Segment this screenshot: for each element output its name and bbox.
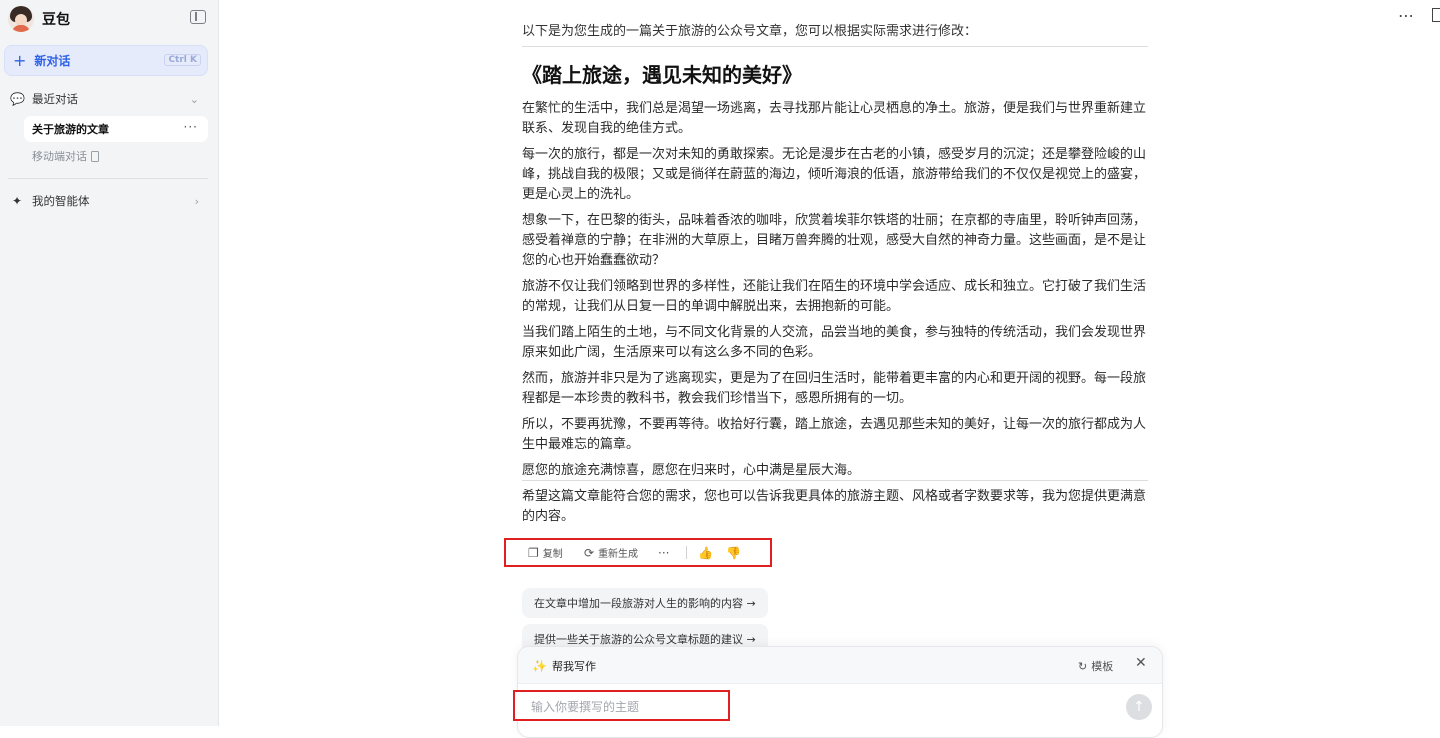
response-actions: ❐ 复制 ⟳ 重新生成 ··· 👍 👎 (504, 538, 772, 567)
new-chat-label: 新对话 (34, 54, 71, 68)
chat-bubble-icon: 💬 (10, 92, 25, 106)
suggestion-chip[interactable]: 在文章中增加一段旅游对人生的影响的内容 → (522, 588, 768, 618)
thumbs-down-button[interactable]: 👎 (726, 540, 745, 565)
divider (8, 178, 208, 179)
article-paragraph: 然而，旅游并非只是为了逃离现实，更是为了在回归生活时，能带着更丰富的内心和更开阔… (522, 371, 1147, 406)
mobile-chats-label: 移动端对话 (32, 150, 87, 163)
swap-icon: ↻ (1078, 659, 1088, 673)
write-mode-label: 帮我写作 (552, 660, 596, 673)
article-paragraph: 所以，不要再犹豫，不要再等待。收拾好行囊，踏上旅途，去遇见那些未知的美好，让每一… (522, 417, 1147, 452)
mobile-chats-link[interactable]: 移动端对话 (32, 148, 99, 164)
sparkle-icon: ✦ (11, 194, 23, 208)
divider (522, 480, 1148, 481)
chevron-right-icon: › (194, 194, 199, 208)
topic-input-wrapper (513, 690, 733, 721)
thumbs-up-icon: 👍 (698, 545, 713, 560)
share-icon[interactable] (1432, 8, 1440, 22)
more-options-icon[interactable]: ··· (184, 120, 198, 134)
plus-icon: + (13, 50, 27, 70)
shortcut-badge: Ctrl K (164, 54, 201, 66)
chevron-down-icon: ⌄ (189, 92, 199, 106)
recent-chats-section[interactable]: 💬 最近对话 ⌄ (10, 89, 205, 109)
more-actions-button[interactable]: ··· (658, 540, 673, 565)
divider (522, 46, 1148, 47)
ellipsis-icon: ··· (658, 545, 670, 560)
close-icon[interactable]: ✕ (1135, 655, 1147, 671)
magic-wand-icon: ✨ (532, 659, 547, 673)
sidebar: 豆包 + 新对话 Ctrl K 💬 最近对话 ⌄ 关于旅游的文章 ··· 移动端… (0, 0, 219, 726)
my-agents-section[interactable]: ✦ 我的智能体 › (10, 191, 205, 211)
brand-name: 豆包 (42, 12, 70, 28)
new-chat-button[interactable]: + 新对话 Ctrl K (4, 45, 208, 76)
response-intro: 以下是为您生成的一篇关于旅游的公众号文章，您可以根据实际需求进行修改： (522, 24, 978, 39)
arrow-up-icon: ↑ (1133, 699, 1145, 715)
recent-chats-label: 最近对话 (32, 92, 78, 106)
my-agents-label: 我的智能体 (32, 194, 90, 208)
more-menu-icon[interactable]: ⋯ (1398, 6, 1415, 25)
copy-label: 复制 (542, 549, 563, 560)
topic-input[interactable] (529, 692, 733, 721)
article-paragraph: 愿您的旅途充满惊喜，愿您在归来时，心中满是星辰大海。 (522, 463, 861, 478)
template-label: 模板 (1091, 660, 1114, 673)
send-button[interactable]: ↑ (1126, 694, 1152, 720)
divider (686, 546, 687, 559)
regenerate-button[interactable]: ⟳ 重新生成 (584, 540, 638, 565)
thumbs-down-icon: 👎 (726, 545, 741, 560)
article-body: 在繁忙的生活中，我们总是渴望一场逃离，去寻找那片能让心灵栖息的净土。旅游，便是我… (522, 99, 1148, 487)
copy-button[interactable]: ❐ 复制 (528, 540, 563, 565)
composer-header: ✨ 帮我写作 ↻ 模板 ✕ (518, 647, 1162, 684)
article-paragraph: 每一次的旅行，都是一次对未知的勇敢探索。无论是漫步在古老的小镇，感受岁月的沉淀；… (522, 147, 1147, 202)
response-outro: 希望这篇文章能符合您的需求，您也可以告诉我更具体的旅游主题、风格或者字数要求等，… (522, 489, 1147, 524)
copy-icon: ❐ (528, 545, 539, 560)
regenerate-label: 重新生成 (598, 549, 639, 560)
article-paragraph: 想象一下，在巴黎的街头，品味着香浓的咖啡，欣赏着埃菲尔铁塔的壮丽；在京都的寺庙里… (522, 213, 1147, 268)
article-paragraph: 在繁忙的生活中，我们总是渴望一场逃离，去寻找那片能让心灵栖息的净土。旅游，便是我… (522, 101, 1147, 136)
avatar (8, 6, 34, 32)
brand[interactable]: 豆包 (8, 4, 70, 34)
article-paragraph: 当我们踏上陌生的土地，与不同文化背景的人交流，品尝当地的美食，参与独特的传统活动… (522, 325, 1147, 360)
template-button[interactable]: ↻ 模板 (1078, 658, 1113, 674)
sidebar-item-travel-article[interactable]: 关于旅游的文章 ··· (24, 116, 208, 142)
refresh-icon: ⟳ (584, 545, 595, 560)
sidebar-toggle-icon[interactable] (190, 10, 206, 24)
sidebar-item-label: 关于旅游的文章 (32, 123, 109, 136)
thumbs-up-button[interactable]: 👍 (698, 540, 717, 565)
article-paragraph: 旅游不仅让我们领略到世界的多样性，还能让我们在陌生的环境中学会适应、成长和独立。… (522, 279, 1147, 314)
article-title: 《踏上旅途，遇见未知的美好》 (522, 63, 802, 87)
phone-icon (91, 150, 99, 162)
